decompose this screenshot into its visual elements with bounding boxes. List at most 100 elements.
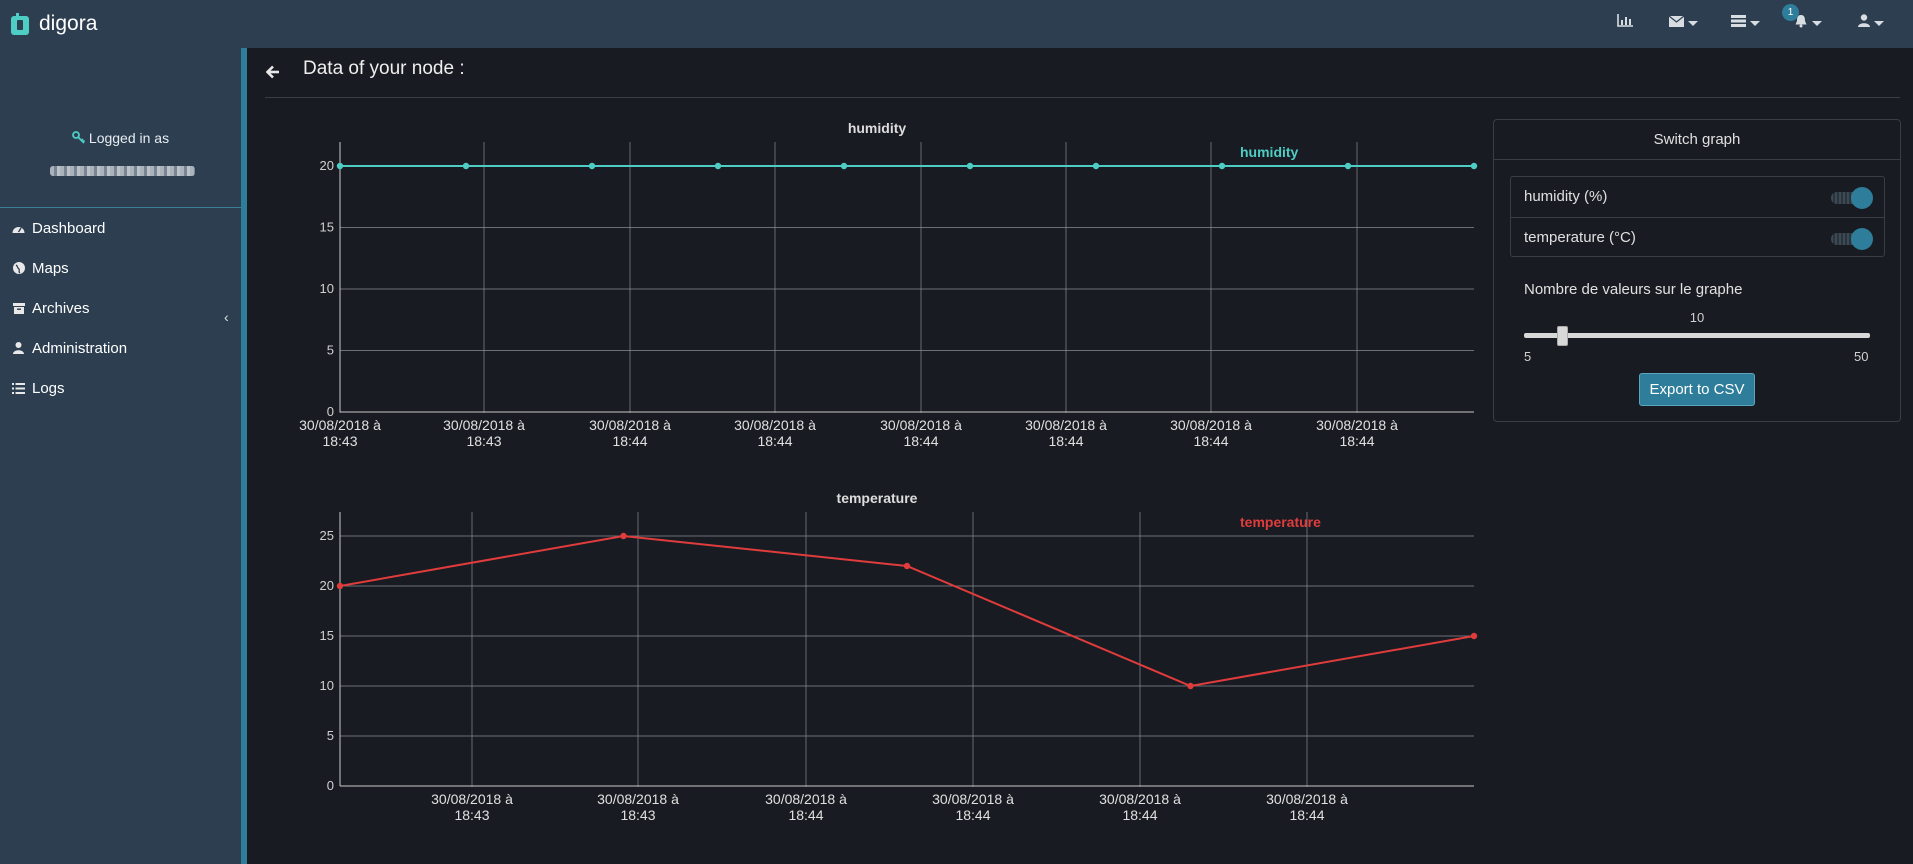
switch-row-humidity: humidity (%): [1511, 177, 1884, 217]
user-icon: [12, 342, 25, 355]
back-arrow-icon[interactable]: [265, 65, 280, 84]
humidity-x-tick-label: 30/08/2018 à 18:43: [443, 417, 525, 449]
temperature-y-tick-label: 0: [327, 778, 334, 793]
humidity-x-tick-line: 30/08/2018 à: [443, 417, 525, 433]
envelope-icon: [1668, 14, 1685, 32]
humidity-x-tick-label: 30/08/2018 à 18:44: [1170, 417, 1252, 449]
logged-in-label: Logged in as: [0, 130, 241, 147]
temperature-x-tick-line: 30/08/2018 à: [765, 791, 847, 807]
sidebar-item-label: Maps: [32, 259, 69, 277]
humidity-x-tick-line: 18:44: [1048, 433, 1083, 449]
temperature-x-tick-line: 30/08/2018 à: [431, 791, 513, 807]
export-csv-button[interactable]: Export to CSV: [1639, 373, 1755, 406]
slider-value: 10: [1689, 310, 1705, 325]
humidity-x-tick-line: 18:44: [757, 433, 792, 449]
slider-label: Nombre de valeurs sur le graphe: [1524, 281, 1743, 298]
humidity-x-tick-line: 18:43: [466, 433, 501, 449]
key-icon: [72, 131, 86, 147]
toggle-knob: [1851, 187, 1873, 209]
sidebar-item-label: Logs: [32, 379, 65, 397]
humidity-y-tick-label: 10: [320, 281, 334, 296]
temperature-data-point: [903, 562, 911, 570]
chevron-left-icon[interactable]: ‹: [224, 309, 229, 325]
humidity-data-point: [714, 162, 722, 170]
username-redacted: [50, 166, 195, 176]
caret-down-icon: [1688, 20, 1698, 26]
sidebar-item-dashboard[interactable]: Dashboard: [12, 216, 105, 240]
sidebar-item-label: Archives: [32, 299, 90, 317]
humidity-x-tick-line: 30/08/2018 à: [734, 417, 816, 433]
temperature-x-tick-label: 30/08/2018 à 18:43: [597, 791, 679, 823]
temperature-data-point: [620, 532, 627, 540]
humidity-x-tick-label: 30/08/2018 à 18:43: [299, 417, 381, 449]
humidity-toggle[interactable]: [1829, 187, 1873, 209]
temperature-x-tick-label: 30/08/2018 à 18:44: [1266, 791, 1348, 823]
humidity-x-tick-line: 18:44: [1193, 433, 1228, 449]
values-count-slider[interactable]: [1524, 326, 1870, 346]
user-dropdown[interactable]: [1858, 12, 1884, 34]
page-title: Data of your node :: [303, 58, 465, 79]
temperature-x-tick-line: 18:44: [955, 807, 990, 823]
switch-list: humidity (%) temperature (°C): [1510, 176, 1885, 257]
humidity-x-tick-label: 30/08/2018 à 18:44: [589, 417, 671, 449]
humidity-x-tick-line: 30/08/2018 à: [589, 417, 671, 433]
archive-icon: [12, 302, 25, 315]
humidity-data-point: [1470, 162, 1478, 170]
humidity-data-point: [840, 162, 848, 170]
caret-down-icon: [1750, 20, 1760, 26]
tasks-dropdown[interactable]: [1731, 12, 1760, 34]
temperature-y-tick-label: 10: [320, 678, 334, 693]
temperature-data-point: [1187, 682, 1194, 690]
humidity-x-tick-label: 30/08/2018 à 18:44: [880, 417, 962, 449]
temperature-x-tick-line: 18:44: [788, 807, 823, 823]
humidity-x-tick-line: 30/08/2018 à: [1025, 417, 1107, 433]
user-icon: [1858, 14, 1870, 32]
humidity-x-tick-label: 30/08/2018 à 18:44: [1316, 417, 1398, 449]
temperature-x-tick-line: 18:43: [620, 807, 655, 823]
caret-down-icon: [1812, 20, 1822, 26]
temperature-toggle[interactable]: [1829, 228, 1873, 250]
panel-heading: Switch graph: [1494, 120, 1900, 160]
chart-icon: [1617, 14, 1633, 32]
temperature-x-tick-line: 18:44: [1289, 807, 1324, 823]
sidebar-item-logs[interactable]: Logs: [12, 376, 65, 400]
temperature-y-tick-label: 15: [320, 628, 334, 643]
humidity-y-tick-label: 5: [327, 343, 334, 358]
humidity-data-point: [462, 162, 470, 170]
slider-thumb[interactable]: [1557, 326, 1569, 346]
sidebar-item-administration[interactable]: Administration: [12, 336, 127, 360]
stats-button[interactable]: [1617, 12, 1633, 34]
digora-logo-icon: [10, 12, 30, 36]
brand[interactable]: digora: [10, 8, 97, 40]
temperature-y-tick-label: 25: [320, 528, 334, 543]
humidity-x-tick-line: 30/08/2018 à: [1316, 417, 1398, 433]
temperature-data-point: [336, 582, 344, 590]
sidebar-item-maps[interactable]: Maps: [12, 256, 69, 280]
list-icon: [12, 382, 25, 395]
temperature-data-point: [1470, 632, 1478, 640]
temperature-y-tick-label: 20: [320, 578, 334, 593]
tasks-icon: [1731, 14, 1746, 32]
humidity-data-point: [1344, 162, 1352, 170]
humidity-x-tick-line: 30/08/2018 à: [299, 417, 381, 433]
temperature-x-tick-line: 18:44: [1122, 807, 1157, 823]
temperature-x-tick-label: 30/08/2018 à 18:43: [431, 791, 513, 823]
user-panel: Logged in as: [0, 48, 241, 208]
top-navbar: digora 1: [0, 0, 1913, 48]
humidity-y-tick-label: 20: [320, 158, 334, 173]
temperature-x-tick-label: 30/08/2018 à 18:44: [1099, 791, 1181, 823]
temperature-x-tick-line: 30/08/2018 à: [597, 791, 679, 807]
humidity-x-tick-line: 18:44: [612, 433, 647, 449]
humidity-x-tick-line: 18:43: [322, 433, 357, 449]
sidebar-item-archives[interactable]: Archives: [12, 296, 90, 320]
messages-dropdown[interactable]: [1668, 12, 1698, 34]
humidity-x-tick-line: 18:44: [903, 433, 938, 449]
logged-in-text: Logged in as: [88, 130, 170, 146]
humidity-y-tick-label: 15: [320, 220, 334, 235]
temperature-x-tick-line: 30/08/2018 à: [1099, 791, 1181, 807]
humidity-x-tick-line: 18:44: [1339, 433, 1374, 449]
switch-label: humidity (%): [1524, 188, 1608, 205]
temperature-x-tick-label: 30/08/2018 à 18:44: [932, 791, 1014, 823]
temperature-legend-label: temperature: [1240, 514, 1321, 530]
temperature-x-tick-line: 18:43: [454, 807, 489, 823]
